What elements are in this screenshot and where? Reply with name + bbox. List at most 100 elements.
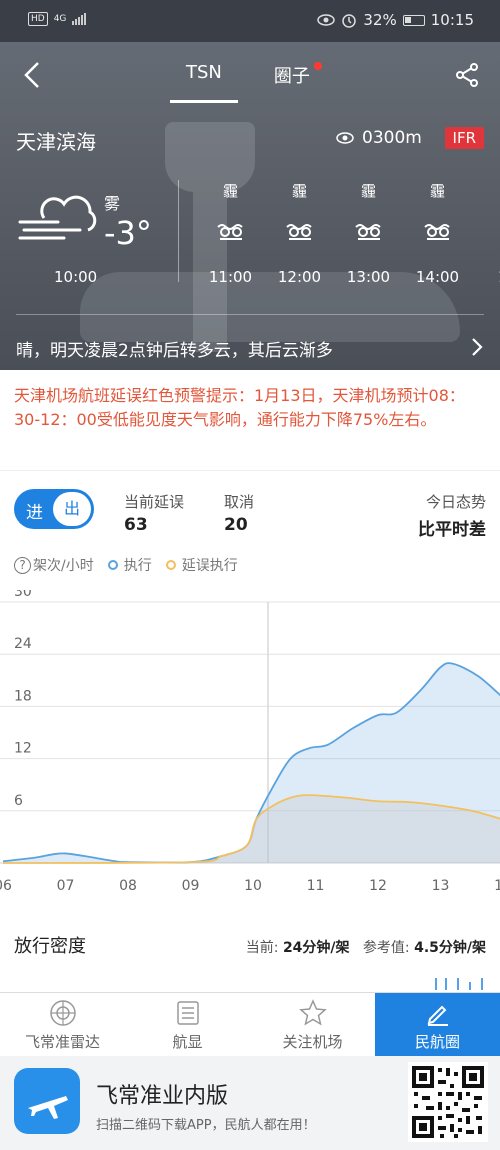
today-status-label: 今日态势 — [425, 493, 486, 511]
visibility-value: 0300m — [362, 128, 422, 148]
toggle-in[interactable]: 进 — [26, 498, 43, 523]
hour-time: 12:00 — [277, 268, 322, 286]
y-tick-label: 6 — [14, 793, 23, 809]
hour-weather: 霾 — [222, 182, 238, 200]
x-tick-label: 14 — [494, 878, 500, 894]
network-type: 4G — [53, 14, 67, 24]
nav-radar[interactable]: 飞常准雷达 — [0, 993, 125, 1057]
y-tick-label: 18 — [14, 688, 32, 704]
density-current-value: 24分钟/架 — [282, 940, 350, 956]
pencil-icon — [427, 1005, 448, 1026]
signal-icon — [72, 13, 87, 25]
density-ref-value: 4.5分钟/架 — [414, 940, 486, 956]
chevron-right-icon[interactable] — [470, 336, 484, 358]
eye-icon — [317, 14, 336, 26]
density-ticks — [435, 978, 483, 990]
haze-icon — [334, 204, 403, 256]
legend-executed: 执行 — [123, 558, 152, 574]
current-weather-time: 10:00 — [54, 268, 98, 286]
qr-code-icon — [408, 1062, 488, 1142]
x-tick-label: 07 — [57, 878, 75, 894]
nav-follow-label: 关注机场 — [282, 1033, 343, 1051]
density-current-label: 当前: — [245, 940, 279, 956]
current-delay-stat: 当前延误 63 — [124, 491, 184, 535]
current-delay-value: 63 — [124, 515, 148, 535]
cancelled-stat: 取消 20 — [224, 491, 254, 535]
current-delay-label: 当前延误 — [124, 493, 185, 511]
forecast-divider — [16, 314, 484, 315]
x-tick-label: 08 — [119, 878, 137, 894]
hour-weather: 霾 — [360, 182, 376, 200]
fog-icon — [18, 195, 97, 240]
bottom-nav: 飞常准雷达 航显 关注机场 民航圈 — [0, 992, 500, 1057]
nav-follow-airport[interactable]: 关注机场 — [250, 993, 375, 1057]
current-weather-desc: 雾 — [104, 194, 121, 213]
radar-icon — [50, 1000, 76, 1026]
x-tick-label: 11 — [307, 878, 325, 894]
forecast-text[interactable]: 晴，明天凌晨2点钟后转多云，其后云渐多 — [16, 336, 333, 361]
back-arrow-icon[interactable] — [18, 60, 48, 90]
haze-icon — [196, 204, 265, 256]
current-temperature: -3° — [104, 214, 152, 252]
hour-item: 霾 14:00 — [403, 180, 472, 286]
flight-rule-badge: IFR — [444, 127, 484, 149]
today-status: 今日态势 比平时差 — [418, 491, 486, 540]
cancelled-value: 20 — [224, 515, 248, 535]
hour-time: 14:00 — [415, 268, 460, 286]
tab-tsn[interactable]: TSN — [170, 62, 238, 103]
display-board-icon — [177, 1001, 199, 1025]
density-title: 放行密度 — [14, 936, 86, 957]
hour-item: 霾 12:00 — [265, 180, 334, 286]
density-ref-label: 参考值: — [362, 940, 410, 956]
haze-icon — [403, 204, 472, 256]
haze-icon — [265, 204, 334, 256]
nav-radar-label: 飞常准雷达 — [24, 1033, 100, 1051]
hour-weather: 霾 — [429, 182, 445, 200]
hour-weather — [472, 180, 500, 204]
in-out-toggle[interactable]: 进 出 — [14, 489, 94, 529]
y-tick-label: 30 — [14, 590, 32, 600]
y-tick-label: 24 — [14, 636, 32, 652]
delay-warning: 天津机场航班延误红色预警提示：1月13日，天津机场预计08：30-12：00受低… — [14, 386, 465, 429]
hd-badge: HD — [28, 12, 48, 26]
series-area — [3, 795, 500, 863]
star-icon — [299, 999, 327, 1026]
tab-circle[interactable]: 圈子 — [273, 62, 322, 88]
promo-title: 飞常准业内版 — [96, 1084, 229, 1109]
x-tick-label: 12 — [369, 878, 387, 894]
hour-time: 13:00 — [346, 268, 391, 286]
nav-aviation-circle[interactable]: 民航圈 — [375, 993, 500, 1057]
hour-time: 11:00 — [208, 268, 253, 286]
cloud-icon — [472, 204, 500, 256]
x-tick-label: 13 — [432, 878, 450, 894]
weather-divider — [178, 180, 179, 282]
legend-delayed: 延误执行 — [181, 558, 238, 574]
density-values: 当前: 24分钟/架 参考值: 4.5分钟/架 — [246, 937, 486, 957]
x-tick-label: 10 — [244, 878, 262, 894]
y-tick-label: 12 — [14, 741, 32, 757]
promo-banner[interactable]: 飞常准业内版 扫描二维码下载APP，民航人都在用！ — [0, 1056, 500, 1150]
notification-dot — [313, 62, 322, 70]
alarm-icon — [342, 14, 357, 28]
nav-circle-label: 民航圈 — [414, 1033, 460, 1051]
help-icon[interactable]: ? — [14, 556, 31, 574]
chart-legend: ? 架次/小时 执行 延误执行 — [14, 555, 238, 575]
airport-weather-header: TSN 圈子 天津滨海 0300m IFR 雾 -3° 10:00 霾 11:0… — [0, 42, 500, 370]
legend-dot-executed — [107, 560, 118, 570]
divider — [0, 470, 500, 471]
app-logo-icon — [14, 1068, 80, 1134]
visibility: 0300m — [336, 128, 422, 148]
hour-item: 霾 11:00 — [196, 180, 265, 286]
nav-display[interactable]: 航显 — [125, 993, 250, 1057]
toggle-out[interactable]: 出 — [53, 492, 91, 526]
header-tabs: TSN 圈子 — [170, 62, 322, 103]
hour-time: 15 — [472, 268, 500, 286]
cancelled-label: 取消 — [224, 493, 255, 511]
promo-subtitle: 扫描二维码下载APP，民航人都在用！ — [96, 1118, 316, 1133]
legend-unit: 架次/小时 — [33, 558, 94, 574]
flight-flow-chart[interactable]: 6 12 18 24 30 06 07 08 09 10 11 12 13 14 — [0, 590, 500, 900]
tab-circle-label: 圈子 — [273, 66, 310, 87]
visibility-eye-icon — [336, 132, 354, 144]
share-icon[interactable] — [454, 62, 480, 88]
hourly-forecast[interactable]: 霾 11:00 霾 12:00 霾 13:00 霾 14:00 15 — [196, 180, 500, 286]
